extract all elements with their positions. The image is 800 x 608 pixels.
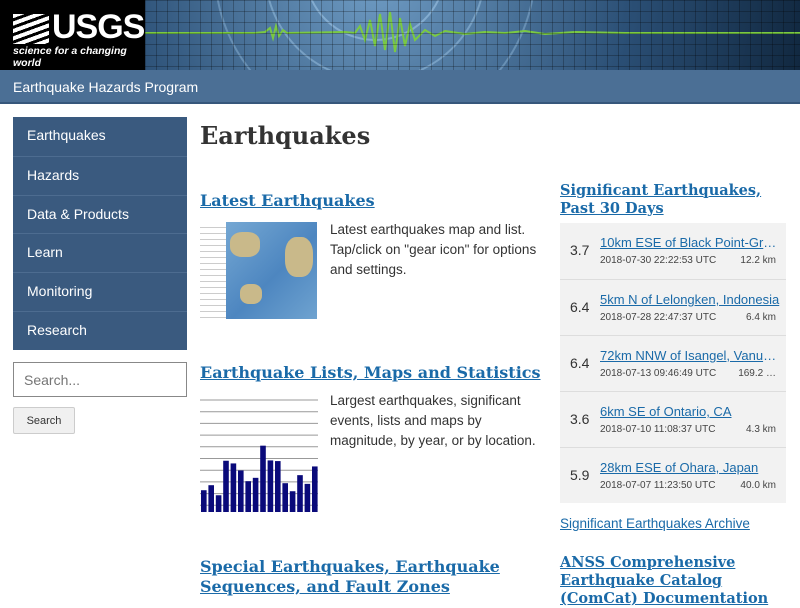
thumbnail-bar [215,495,222,512]
earthquake-place-link[interactable]: 10km ESE of Black Point-Green Point, CA [600,235,780,250]
page-title: Earthquakes [200,121,371,150]
sidebar-item-data-products[interactable]: Data & Products [13,194,187,234]
thumbnail-bar [245,481,251,512]
significant-earthquakes-link[interactable]: Significant Earthquakes, Past 30 Days [560,182,790,218]
earthquake-list-item[interactable]: 6.4 72km NNW of Isangel, Vanuatu 2018-07-1… [560,335,786,391]
sidebar-nav: Earthquakes Hazards Data & Products Lear… [13,117,187,350]
magnitude: 3.7 [570,242,590,258]
earthquake-time: 2018-07-07 11:23:50 UTC [600,480,716,491]
earthquake-list-item[interactable]: 5.9 28km ESE of Ohara, Japan 2018-07-07 11… [560,447,786,503]
earthquake-depth: 169.2 … [738,368,776,379]
search-button[interactable]: Search [13,407,75,434]
sidebar-item-research[interactable]: Research [13,310,187,350]
thumbnail-land [285,237,313,277]
magnitude: 6.4 [570,355,590,371]
thumbnail-bar [267,460,274,512]
grid-overlay [145,0,800,70]
earthquake-depth: 40.0 km [740,480,776,491]
sidebar-item-hazards[interactable]: Hazards [13,155,187,195]
program-title[interactable]: Earthquake Hazards Program [13,79,198,95]
magnitude: 5.9 [570,467,590,483]
earthquake-list-item[interactable]: 3.7 10km ESE of Black Point-Green Point, … [560,223,786,279]
sidebar-item-earthquakes[interactable]: Earthquakes [13,117,187,156]
thumbnail-bar [312,466,318,512]
thumbnail-bar [275,461,281,512]
thumbnail-bar [230,463,237,512]
latest-earthquakes-description: Latest earthquakes map and list. Tap/cli… [330,222,537,277]
sidebar-item-monitoring[interactable]: Monitoring [13,272,187,311]
thumbnail-land [240,284,262,304]
special-earthquakes-link[interactable]: Special Earthquakes, Earthquake Sequence… [200,557,545,597]
earthquake-time: 2018-07-30 22:22:53 UTC [600,255,717,266]
usgs-logo[interactable]: USGS science for a changing world [0,0,145,70]
program-bar[interactable]: Earthquake Hazards Program [0,70,800,104]
earthquake-time: 2018-07-13 09:46:49 UTC [600,368,717,379]
latest-earthquakes-thumbnail[interactable] [200,222,317,319]
earthquake-depth: 4.3 km [745,424,776,435]
thumbnail-bar [304,483,311,512]
latest-earthquakes-link[interactable]: Latest Earthquakes [200,191,375,210]
earthquake-list-item[interactable]: 3.6 6km SE of Ontario, CA 2018-07-10 11:08… [560,391,786,447]
earthquake-place-link[interactable]: 72km NNW of Isangel, Vanuatu [600,348,780,363]
thumbnail-bar [260,445,266,512]
thumbnail-bar [282,483,288,512]
statistics-thumbnail[interactable] [200,392,318,514]
sidebar-item-learn[interactable]: Learn [13,233,187,272]
thumbnail-bar [208,485,214,512]
earthquake-list-item[interactable]: 6.4 5km N of Lelongken, Indonesia 2018-07-… [560,279,786,335]
lists-maps-statistics-link[interactable]: Earthquake Lists, Maps and Statistics [200,363,541,382]
earthquake-place-link[interactable]: 5km N of Lelongken, Indonesia [600,292,780,307]
thumbnail-list [200,222,226,319]
magnitude: 6.4 [570,299,590,315]
thumbnail-land [230,232,260,257]
earthquake-time: 2018-07-28 22:47:37 UTC [600,312,717,323]
usgs-waves-icon [13,14,49,44]
lists-maps-description: Largest earthquakes, significant events,… [330,393,536,448]
significant-earthquakes-list: 3.7 10km ESE of Black Point-Green Point, … [560,223,786,503]
earthquake-depth: 6.4 km [745,312,776,323]
earthquake-place-link[interactable]: 6km SE of Ontario, CA [600,404,780,419]
thumbnail-bar [289,491,296,512]
thumbnail-bar [201,490,207,512]
earthquake-place-link[interactable]: 28km ESE of Ohara, Japan [600,460,780,475]
logo-tagline: science for a changing world [13,45,127,69]
thumbnail-bar [252,477,259,512]
earthquake-depth: 12.2 km [740,255,776,266]
magnitude: 3.6 [570,411,590,427]
thumbnail-bar [238,470,244,512]
significant-archive-link[interactable]: Significant Earthquakes Archive [560,516,750,531]
site-banner: USGS science for a changing world [0,0,800,70]
search-input[interactable] [13,362,187,397]
thumbnail-bar [297,475,303,512]
logo-text: USGS [52,8,145,46]
earthquake-time: 2018-07-10 11:08:37 UTC [600,424,716,435]
thumbnail-bar [223,460,229,512]
